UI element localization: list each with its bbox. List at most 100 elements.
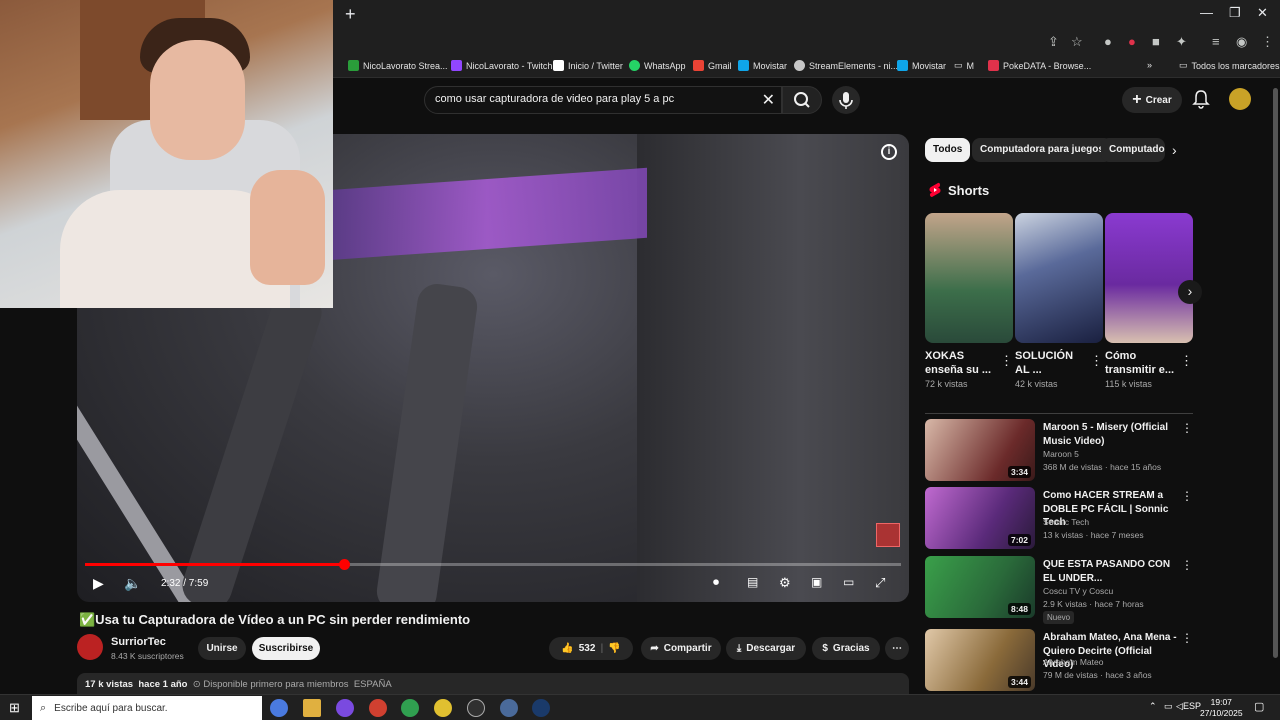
extension-icon[interactable]: ● (1104, 34, 1112, 49)
info-icon[interactable]: i (881, 144, 897, 160)
extension-icon[interactable]: ■ (1152, 34, 1160, 49)
chrome-icon[interactable] (401, 699, 419, 717)
recommended-video[interactable]: 3:34 Maroon 5 - Misery (Official Music V… (925, 419, 1195, 483)
bookmark[interactable]: WhatsApp (629, 60, 686, 71)
more-options-icon[interactable]: ⋮ (1181, 631, 1193, 645)
clear-search-icon[interactable]: ✕ (762, 90, 775, 110)
chrome-icon[interactable] (434, 699, 452, 717)
language-indicator[interactable]: ESP (1183, 701, 1201, 711)
more-bookmarks-icon[interactable]: » (1147, 60, 1152, 70)
bookmark[interactable]: NicoLavorato Strea... (348, 60, 448, 71)
system-clock[interactable]: 19:07 27/10/2025 (1200, 697, 1243, 719)
video-thumbnail[interactable]: 7:02 (925, 487, 1035, 549)
join-button[interactable]: Unirse (198, 637, 246, 660)
volume-icon[interactable]: 🔈 (124, 575, 141, 592)
short-title[interactable]: Cómo transmitir e... (1105, 349, 1175, 377)
progress-scrubber[interactable] (338, 559, 350, 570)
short-thumbnail[interactable] (1015, 213, 1103, 343)
video-title[interactable]: Maroon 5 - Misery (Official Music Video) (1043, 421, 1179, 448)
tray-chevron-icon[interactable]: ⌃ (1149, 701, 1157, 712)
extension-red-icon[interactable]: ● (1128, 34, 1136, 49)
fullscreen-icon[interactable]: ⤢ (875, 575, 885, 591)
bookmark-folder[interactable]: ▭ M (954, 60, 974, 71)
channel-name[interactable]: Sonnic Tech (1043, 517, 1089, 527)
channel-name[interactable]: Abraham Mateo (1043, 657, 1103, 667)
notifications-icon[interactable]: ▢ (1254, 700, 1264, 713)
install-icon[interactable]: ⇪ (1048, 34, 1059, 50)
short-title[interactable]: XOKAS enseña su ... (925, 349, 995, 377)
obs-icon[interactable] (467, 699, 485, 717)
short-item[interactable]: Cómo transmitir e... 115 k vistas ⋮ (1105, 213, 1193, 389)
chrome-icon[interactable] (369, 699, 387, 717)
more-actions-icon[interactable]: ⋯ (885, 637, 909, 660)
reading-list-icon[interactable]: ≡ (1212, 34, 1220, 49)
like-icon[interactable]: 👍 (561, 643, 573, 654)
bookmark[interactable]: Movistar (897, 60, 946, 71)
new-tab-icon[interactable]: + (345, 4, 356, 25)
channel-avatar[interactable] (77, 634, 103, 660)
video-title[interactable]: QUE ESTA PASANDO CON EL UNDER... (1043, 558, 1179, 585)
chips-next-icon[interactable]: › (1172, 142, 1177, 158)
video-thumbnail[interactable]: 3:44 (925, 629, 1035, 691)
minimize-icon[interactable]: — (1200, 5, 1213, 20)
app-icon[interactable] (500, 699, 518, 717)
short-thumbnail[interactable] (1105, 213, 1193, 343)
autoplay-toggle-icon[interactable]: ⏺ (713, 575, 719, 590)
video-thumbnail[interactable]: 3:34 (925, 419, 1035, 481)
dislike-icon[interactable]: 👎 (608, 643, 620, 654)
voice-search-button[interactable] (832, 86, 860, 114)
chip-computadora[interactable]: Computado (1101, 138, 1165, 162)
edge-icon[interactable] (270, 699, 288, 717)
channel-name[interactable]: Coscu TV y Coscu (1043, 586, 1113, 596)
discord-icon[interactable] (336, 699, 354, 717)
share-button[interactable]: ➦ Compartir (641, 637, 721, 660)
more-options-icon[interactable]: ⋮ (1090, 353, 1103, 369)
more-options-icon[interactable]: ⋮ (1181, 489, 1193, 503)
more-options-icon[interactable]: ⋮ (1000, 353, 1013, 369)
miniplayer-icon[interactable]: ▣ (811, 575, 822, 589)
windows-start-icon[interactable]: ⊞ (9, 700, 20, 716)
download-button[interactable]: ⤓ Descargar (726, 637, 806, 660)
play-icon[interactable]: ▶ (93, 575, 104, 592)
more-options-icon[interactable]: ⋮ (1181, 558, 1193, 572)
all-bookmarks[interactable]: ▭ Todos los marcadores (1179, 60, 1280, 71)
chip-computadora-juegos[interactable]: Computadora para juegos (972, 138, 1112, 162)
recommended-video[interactable]: 8:48 QUE ESTA PASANDO CON EL UNDER... Co… (925, 556, 1195, 624)
notifications-button[interactable] (1192, 89, 1210, 114)
scrollbar-thumb[interactable] (1273, 88, 1278, 658)
bookmark[interactable]: NicoLavorato - Twitch (451, 60, 552, 71)
speaker-icon[interactable]: ◁ (1176, 701, 1183, 712)
taskbar-search-input[interactable]: ⌕ Escribe aquí para buscar. (32, 696, 262, 720)
channel-name[interactable]: SurriorTec (111, 636, 166, 648)
create-button[interactable]: + Crear (1122, 87, 1182, 113)
recommended-video[interactable]: 3:44 Abraham Mateo, Ana Mena - Quiero De… (925, 629, 1195, 693)
subscribe-button[interactable]: Suscribirse (252, 637, 320, 660)
file-explorer-icon[interactable] (303, 699, 321, 717)
profile-icon[interactable]: ◉ (1236, 34, 1247, 50)
short-item[interactable]: SOLUCIÓN AL ... 42 k vistas ⋮ (1015, 213, 1103, 389)
bookmark[interactable]: PokeDATA - Browse... (988, 60, 1091, 71)
menu-dots-icon[interactable]: ⋮ (1261, 34, 1274, 50)
short-item[interactable]: XOKAS enseña su ... 72 k vistas ⋮ (925, 213, 1013, 389)
thanks-button[interactable]: $ Gracias (812, 637, 880, 660)
video-thumbnail[interactable]: 8:48 (925, 556, 1035, 618)
shorts-next-icon[interactable]: › (1178, 280, 1202, 304)
close-window-icon[interactable]: ✕ (1257, 5, 1268, 21)
search-button[interactable] (782, 86, 822, 114)
channel-name[interactable]: Maroon 5 (1043, 449, 1079, 459)
recommended-video[interactable]: 7:02 Como HACER STREAM a DOBLE PC FÁCIL … (925, 487, 1195, 551)
search-input[interactable]: como usar capturadora de video para play… (424, 86, 782, 114)
bookmark[interactable]: StreamElements - ni... (794, 60, 898, 71)
wifi-icon[interactable]: ▭ (1164, 701, 1173, 712)
more-options-icon[interactable]: ⋮ (1181, 421, 1193, 435)
description-box[interactable]: 17 k vistas hace 1 año ⊙ Disponible prim… (77, 673, 909, 695)
restore-icon[interactable]: ❐ (1229, 5, 1241, 21)
puzzle-icon[interactable]: ✦ (1176, 34, 1187, 50)
bookmark[interactable]: Movistar (738, 60, 787, 71)
channel-watermark[interactable] (876, 523, 900, 547)
page-scrollbar[interactable] (1271, 78, 1280, 694)
progress-bar[interactable] (85, 559, 901, 570)
bookmark[interactable]: Gmail (693, 60, 732, 71)
bookmark-star-icon[interactable]: ☆ (1071, 34, 1083, 50)
settings-gear-icon[interactable]: ⚙ (779, 575, 791, 591)
